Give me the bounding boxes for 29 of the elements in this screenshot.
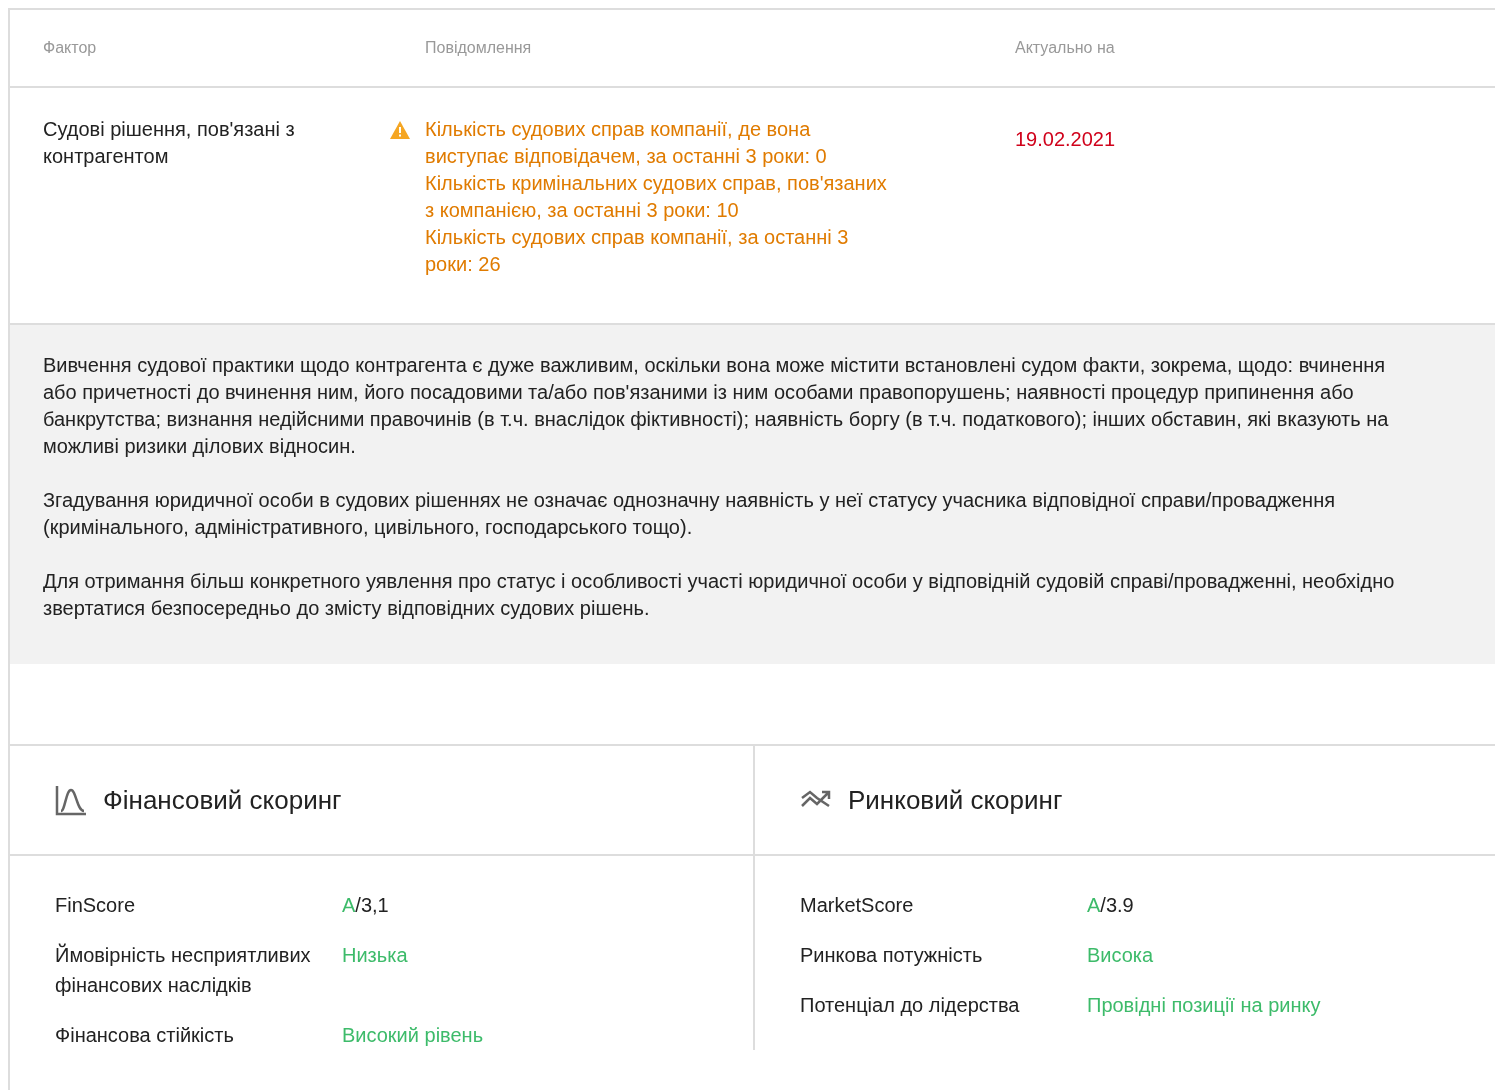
metric-value: Провідні позиції на ринку bbox=[1087, 994, 1321, 1016]
note-paragraph: Для отримання більш конкретного уявлення про статус і особливості участі юридичної особи у відповідній судовій справі/провадженні, необхідно звертатися безпосередньо до змісту відповідних судових рішень. bbox=[43, 569, 1396, 621]
panel-title: Фінансовий скоринг bbox=[103, 784, 342, 816]
score-grade: A bbox=[1087, 894, 1101, 916]
factor-text: Судові рішення, пов'язані з контрагентом bbox=[43, 117, 296, 169]
score-grade: A bbox=[342, 894, 356, 916]
note-paragraph: Вивчення судової практики щодо контрагента є дуже важливим, оскільки вона може містити встановлені судом факти, зокрема, щодо: вчинення або причетності до вчинення ним, його посадовими та/або пов'язаними із ним особами правопорушень; наявності процедур припинення або банкрутства; визнання недійсними правочинів (в т.ч. внаслідок фіктивності); наявність боргу (в т.ч. податкового); інших обставин, які вказують на можливі ризики ділових відносин. bbox=[43, 353, 1390, 459]
score-value: /3,1 bbox=[355, 894, 389, 916]
metric-label: Ймовірність несприятливих фінансових наслідків bbox=[55, 942, 312, 998]
metric-label: Ринкова потужність bbox=[800, 943, 984, 968]
column-header: Повідомлення bbox=[425, 39, 533, 57]
date-text: 19.02.2021 bbox=[1015, 127, 1117, 152]
metric-value: Висока bbox=[1087, 944, 1154, 966]
column-header: Актуально на bbox=[1015, 39, 1116, 57]
message-text: Кількість судових справ компанії, де вона виступає відповідачем, за останні 3 роки: 0 bbox=[425, 117, 828, 169]
column-header: Фактор bbox=[43, 39, 98, 57]
note-paragraph: Згадування юридичної особи в судових рішеннях не означає однозначну наявність у неї статусу учасника відповідної справи/провадження (кримінального, адміністративного, цивільного, господарського тощо). bbox=[43, 488, 1337, 540]
metric-value: Низька bbox=[342, 944, 408, 966]
message-text: Кількість судових справ компанії, за останні 3 роки: 26 bbox=[425, 225, 850, 277]
metric-label: Потенціал до лідерства bbox=[800, 993, 1021, 1018]
message-text: Кількість кримінальних судових справ, пов'язаних з компанією, за останні 3 роки: 10 bbox=[425, 171, 888, 223]
score-value: /3.9 bbox=[1100, 894, 1134, 916]
curve-chart-icon bbox=[55, 784, 87, 816]
metric-label: Фінансова стійкість bbox=[55, 1023, 235, 1048]
warning-icon bbox=[390, 121, 410, 139]
metric-value: Високий рівень bbox=[342, 1024, 484, 1046]
metric-label: MarketScore bbox=[800, 893, 915, 918]
metric-label: FinScore bbox=[55, 893, 137, 918]
panel-title: Ринковий скоринг bbox=[848, 784, 1063, 816]
